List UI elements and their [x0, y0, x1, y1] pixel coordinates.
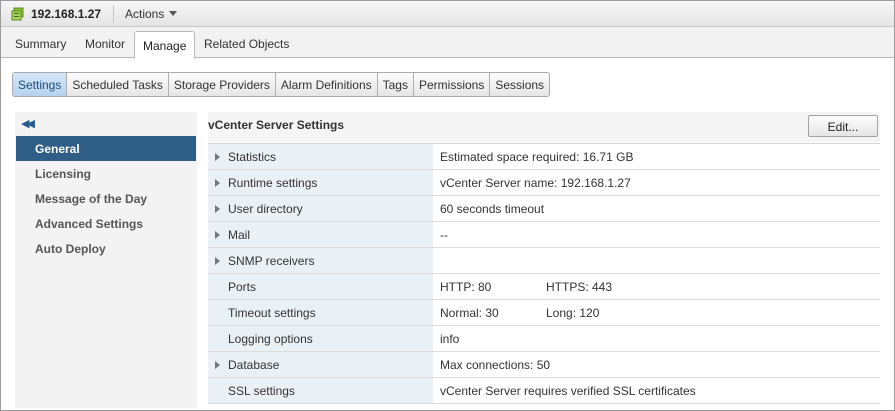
settings-nav: ◀◀ General Licensing Message of the Day … [15, 112, 197, 408]
setting-name: Timeout settings [208, 300, 433, 325]
settings-row: SSL settings vCenter Server requires veri… [208, 378, 880, 404]
setting-value: vCenter Server requires verified SSL cer… [433, 378, 880, 403]
settings-row: Ports HTTP: 80 HTTPS: 443 [208, 274, 880, 300]
settings-row[interactable]: User directory 60 seconds timeout [208, 196, 880, 222]
setting-name: Logging options [208, 326, 433, 351]
collapse-icon[interactable]: ◀◀ [21, 117, 35, 130]
settings-row[interactable]: Runtime settings vCenter Server name: 192… [208, 170, 880, 196]
setting-value-text: HTTP: 80 [440, 280, 492, 294]
subtab-settings[interactable]: Settings [13, 73, 68, 96]
setting-value-text: Estimated space required: 16.71 GB [440, 150, 634, 164]
title-separator [113, 5, 114, 23]
expand-arrow-icon[interactable] [215, 205, 220, 213]
subtab-sessions[interactable]: Sessions [490, 73, 549, 96]
host-title: 192.168.1.27 [31, 7, 102, 21]
setting-name-label: User directory [228, 202, 303, 216]
tab-summary[interactable]: Summary [15, 37, 66, 51]
tab-related-objects[interactable]: Related Objects [204, 37, 289, 51]
setting-name-label: Mail [228, 228, 251, 242]
setting-name: Runtime settings [208, 170, 433, 195]
actions-menu[interactable]: Actions [125, 7, 178, 21]
setting-value-text: Max connections: 50 [440, 358, 551, 372]
setting-name-label: Statistics [228, 150, 277, 164]
subtab-storage-providers[interactable]: Storage Providers [169, 73, 276, 96]
setting-value: Max connections: 50 [433, 352, 880, 377]
setting-name: Mail [208, 222, 433, 247]
setting-value-text: vCenter Server requires verified SSL cer… [440, 384, 696, 398]
section-title: vCenter Server Settings [208, 118, 345, 132]
setting-name: Database [208, 352, 433, 377]
setting-value-text: Normal: 30 [440, 306, 499, 320]
settings-row: Logging options info [208, 326, 880, 352]
settings-row[interactable]: Database Max connections: 50 [208, 352, 880, 378]
edit-button[interactable]: Edit... [808, 115, 878, 137]
subtab-alarm-definitions[interactable]: Alarm Definitions [276, 73, 378, 96]
nav-item-licensing[interactable]: Licensing [16, 161, 196, 186]
chevron-down-icon [169, 11, 178, 16]
settings-row[interactable]: SNMP receivers [208, 248, 880, 274]
nav-item-message-of-the-day[interactable]: Message of the Day [16, 186, 196, 211]
subtab-scheduled-tasks[interactable]: Scheduled Tasks [67, 73, 169, 96]
setting-name: SSL settings [208, 378, 433, 403]
setting-value-text: vCenter Server name: 192.168.1.27 [440, 176, 631, 190]
settings-row[interactable]: Statistics Estimated space required: 16.7… [208, 144, 880, 170]
setting-value-secondary: Long: 120 [546, 306, 600, 320]
content-header: vCenter Server Settings Edit... [208, 112, 880, 142]
expand-arrow-icon[interactable] [215, 231, 220, 239]
setting-value-text: -- [440, 228, 448, 242]
expand-arrow-icon[interactable] [215, 179, 220, 187]
setting-value: vCenter Server name: 192.168.1.27 [433, 170, 880, 195]
setting-name-label: Database [228, 358, 280, 372]
setting-value: Estimated space required: 16.71 GB [433, 144, 880, 169]
setting-name: User directory [208, 196, 433, 221]
nav-item-general[interactable]: General [16, 136, 196, 161]
setting-name-label: Runtime settings [228, 176, 318, 190]
setting-name-label: SSL settings [228, 384, 295, 398]
settings-row: Timeout settings Normal: 30 Long: 120 [208, 300, 880, 326]
actions-label: Actions [125, 7, 165, 21]
setting-value: 60 seconds timeout [433, 196, 880, 221]
setting-name: Statistics [208, 144, 433, 169]
setting-value: HTTP: 80 HTTPS: 443 [433, 274, 880, 299]
settings-table: Statistics Estimated space required: 16.7… [208, 143, 880, 404]
setting-name: SNMP receivers [208, 248, 433, 273]
expand-arrow-icon[interactable] [215, 257, 220, 265]
title-bar: 192.168.1.27 Actions [1, 1, 894, 27]
setting-value: -- [433, 222, 880, 247]
setting-name: Ports [208, 274, 433, 299]
setting-name-label: Timeout settings [228, 306, 316, 320]
subtab-permissions[interactable]: Permissions [414, 73, 491, 96]
nav-item-auto-deploy[interactable]: Auto Deploy [16, 236, 196, 261]
top-tabs: Summary Monitor Manage Related Objects [1, 27, 894, 59]
sub-tabs: Settings Scheduled Tasks Storage Provide… [12, 72, 551, 97]
setting-value: info [433, 326, 880, 351]
tab-monitor[interactable]: Monitor [85, 37, 125, 51]
setting-value-text: 60 seconds timeout [440, 202, 545, 216]
host-icon [11, 7, 24, 21]
nav-item-advanced-settings[interactable]: Advanced Settings [16, 211, 196, 236]
expand-arrow-icon[interactable] [215, 153, 220, 161]
expand-arrow-icon[interactable] [215, 361, 220, 369]
setting-value [433, 248, 880, 273]
settings-row[interactable]: Mail -- [208, 222, 880, 248]
setting-value-secondary: HTTPS: 443 [546, 280, 613, 294]
subtab-tags[interactable]: Tags [378, 73, 414, 96]
setting-name-label: SNMP receivers [228, 254, 315, 268]
setting-value-text: info [440, 332, 460, 346]
tab-manage[interactable]: Manage [134, 31, 196, 59]
setting-name-label: Ports [228, 280, 257, 294]
setting-value: Normal: 30 Long: 120 [433, 300, 880, 325]
setting-name-label: Logging options [228, 332, 313, 346]
